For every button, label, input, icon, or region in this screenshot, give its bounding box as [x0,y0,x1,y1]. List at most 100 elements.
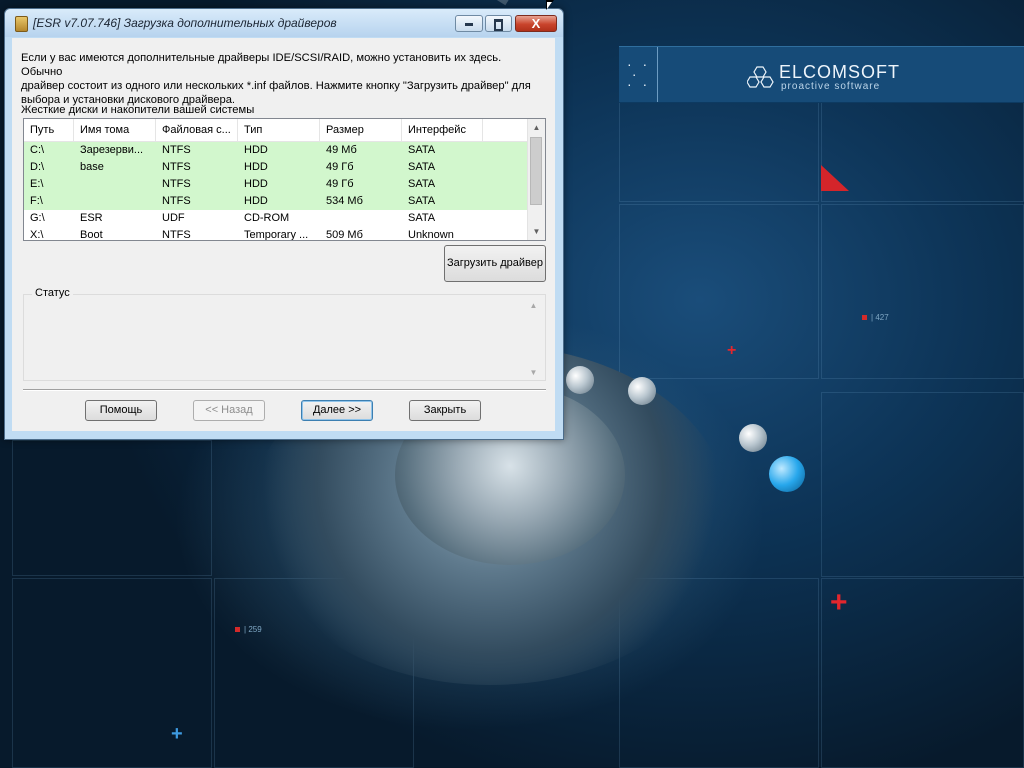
status-label: Статус [32,287,73,299]
cell-size: 49 Гб [326,161,354,173]
cell-type: HDD [244,178,268,190]
elcomsoft-banner: · · · · · ELCOMSOFT proactive software [619,46,1024,103]
sphere-ornament [739,424,767,452]
cell-type: Temporary ... [244,229,309,241]
table-row[interactable]: C:\ Зарезерви... NTFS HDD 49 Мб SATA [24,142,529,159]
cell-type: HDD [244,144,268,156]
scroll-down-arrow-icon[interactable]: ▼ [525,368,542,377]
cell-volume: base [80,161,104,173]
brand-dots-logo: · · · · · [619,47,658,102]
scroll-up-arrow-icon[interactable]: ▲ [525,301,542,310]
maximize-button[interactable] [485,15,512,32]
app-icon [15,16,28,32]
tile-label: | 259 [235,625,262,634]
cell-volume [74,193,156,210]
cell-path: G:\ [30,212,45,224]
cell-filesystem: NTFS [162,161,191,173]
cell-type: HDD [244,161,268,173]
cell-size: 49 Мб [326,144,357,156]
status-log-area[interactable]: ▲ ▼ [27,301,542,377]
cell-volume: Зарезерви... [80,144,144,156]
sphere-ornament [628,377,656,405]
status-group: Статус ▲ ▼ [23,287,546,381]
table-body: C:\ Зарезерви... NTFS HDD 49 Мб SATA D:\… [24,142,529,241]
grid-tile [12,440,212,576]
cell-filesystem: NTFS [162,229,191,241]
table-vertical-scrollbar[interactable]: ▲ ▼ [527,119,545,240]
cell-volume: ESR [80,212,103,224]
minimize-button[interactable] [455,15,483,32]
back-button[interactable]: << Назад [193,400,265,421]
column-header-type[interactable]: Тип [238,119,320,141]
table-header: Путь Имя тома Файловая с... Тип Размер И… [24,119,529,142]
window-client-area: Если у вас имеются дополнительные драйве… [12,38,555,431]
plus-mark-icon: + [171,723,183,745]
sphere-ornament [566,366,594,394]
cell-path: C:\ [30,144,45,156]
cell-path: D:\ [30,161,45,173]
scroll-thumb[interactable] [530,137,542,205]
cell-path: E:\ [30,178,44,190]
disks-table[interactable]: Путь Имя тома Файловая с... Тип Размер И… [23,118,546,241]
maximize-icon [494,19,503,31]
column-header-filesystem[interactable]: Файловая с... [156,119,238,141]
table-row[interactable]: G:\ ESR UDF CD-ROM SATA [24,210,529,227]
load-driver-button[interactable]: Загрузить драйвер [444,245,546,282]
intro-text: Если у вас имеются дополнительные драйве… [21,52,531,106]
close-icon: X [531,16,541,31]
grid-tile [619,204,819,379]
close-button[interactable]: Закрыть [409,400,481,421]
column-header-size[interactable]: Размер [320,119,402,141]
status-scrollbar[interactable]: ▲ ▼ [525,301,542,377]
table-row[interactable]: F:\ NTFS HDD 534 Мб SATA [24,193,529,210]
cell-interface: SATA [408,161,436,173]
cell-interface: SATA [408,212,436,224]
table-row[interactable]: E:\ NTFS HDD 49 Гб SATA [24,176,529,193]
cell-path: F:\ [30,195,43,207]
column-header-volume[interactable]: Имя тома [74,119,156,141]
brand-tagline: proactive software [781,81,881,92]
help-button[interactable]: Помощь [85,400,157,421]
disks-section-label: Жесткие диски и накопители вашей системы [21,104,255,116]
grid-tile [821,204,1024,379]
scroll-down-arrow-icon[interactable]: ▼ [528,223,545,240]
column-header-interface[interactable]: Интерфейс [402,119,483,141]
minimize-icon [465,23,473,26]
cell-size: 534 Мб [326,195,363,207]
cell-volume [74,176,156,193]
table-row[interactable]: D:\ base NTFS HDD 49 Гб SATA [24,159,529,176]
cell-size [320,210,402,227]
next-button[interactable]: Далее >> [301,400,373,421]
cell-volume: Boot [80,229,103,241]
cell-size: 49 Гб [326,178,354,190]
window-title: [ESR v7.07.746] Загрузка дополнительных … [33,16,337,30]
cell-filesystem: NTFS [162,144,191,156]
grid-tile [821,392,1024,577]
grid-tile [821,578,1024,768]
grid-tile [821,102,1024,202]
mouse-cursor-fill [547,2,552,9]
cell-type: HDD [244,195,268,207]
table-row[interactable]: X:\ Boot NTFS Temporary ... 509 Мб Unkno… [24,227,529,241]
plus-mark-icon: + [727,342,737,359]
close-window-button[interactable]: X [515,15,557,32]
column-header-path[interactable]: Путь [24,119,74,141]
scroll-up-arrow-icon[interactable]: ▲ [528,119,545,136]
cell-filesystem: NTFS [162,178,191,190]
cell-filesystem: UDF [162,212,185,224]
cell-interface: SATA [408,144,436,156]
cell-interface: Unknown [408,229,454,241]
elcomsoft-hex-logo-icon [747,66,774,88]
blue-sphere-ornament [769,456,805,492]
red-corner-triangle [821,165,849,191]
separator-line [23,389,546,391]
tile-label: | 427 [862,313,889,322]
plus-mark-icon: + [830,586,848,619]
cell-interface: SATA [408,195,436,207]
cell-path: X:\ [30,229,44,241]
brand-name: ELCOMSOFT [779,62,901,82]
grid-tile [619,102,819,202]
cell-size: 509 Мб [326,229,363,241]
title-bar[interactable]: [ESR v7.07.746] Загрузка дополнительных … [5,9,563,37]
cell-interface: SATA [408,178,436,190]
